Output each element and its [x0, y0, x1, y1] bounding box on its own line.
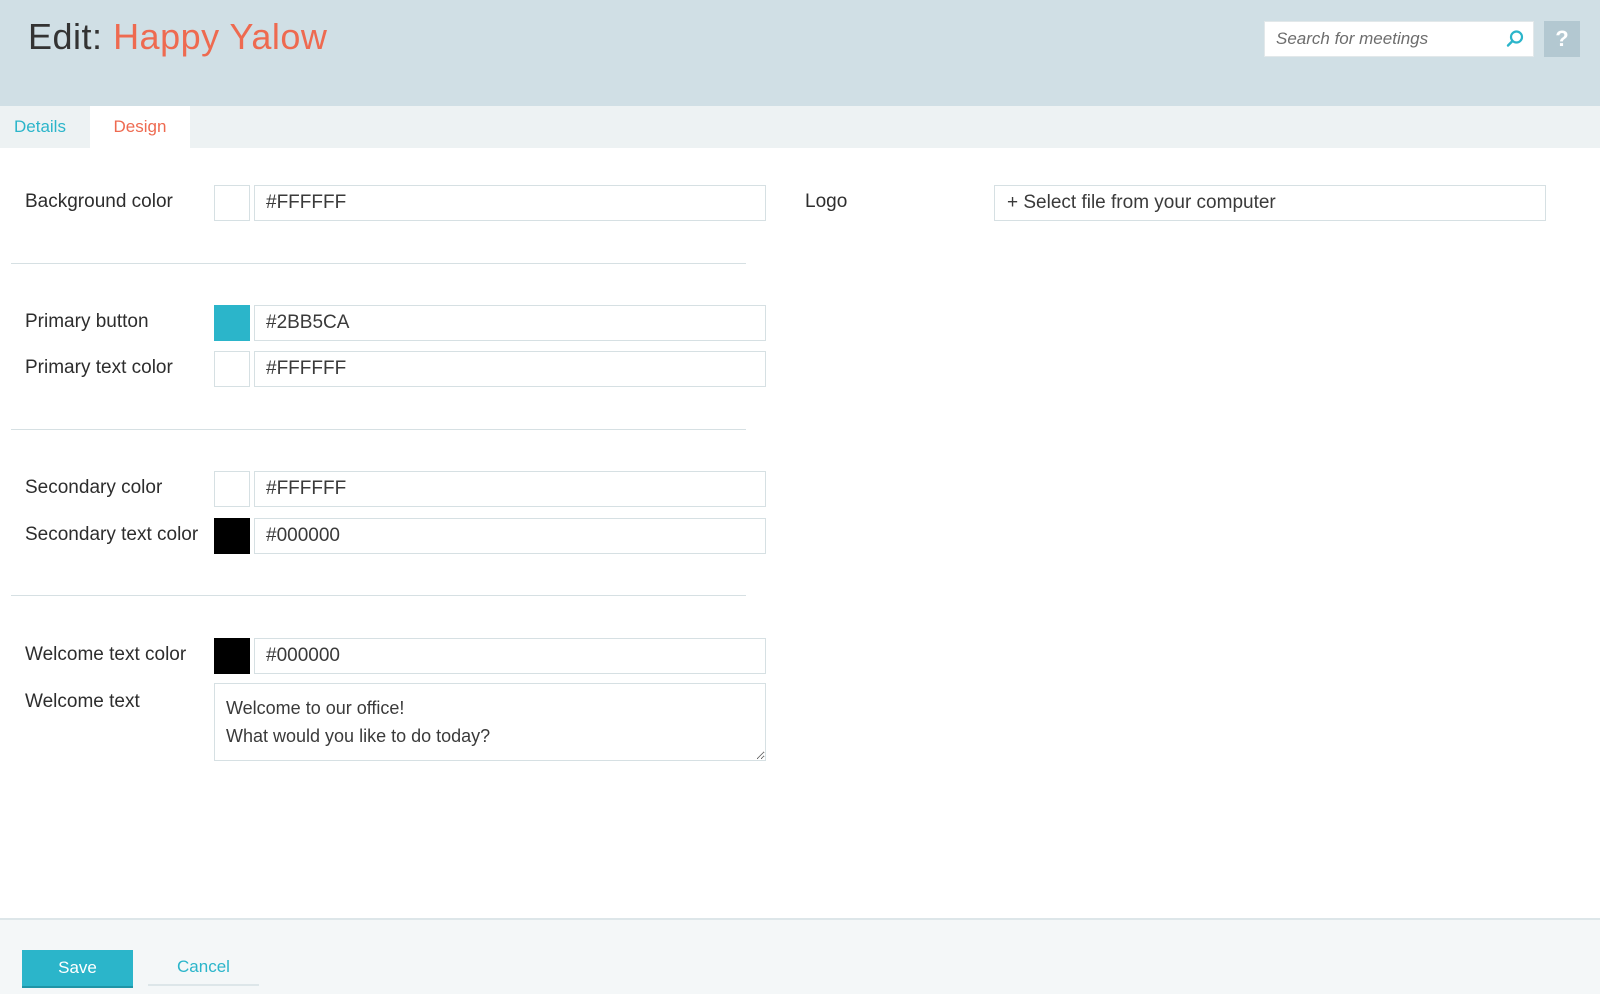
- secondary-color-swatch[interactable]: [214, 471, 250, 507]
- page-header: Edit: Happy Yalow ?: [0, 0, 1600, 106]
- page-title-name: Happy Yalow: [113, 16, 328, 57]
- page-title: Edit: Happy Yalow: [28, 16, 327, 58]
- welcome-text-color-swatch[interactable]: [214, 638, 250, 674]
- page-title-prefix: Edit:: [28, 16, 103, 57]
- primary-text-color-field[interactable]: [254, 351, 766, 387]
- select-file-button[interactable]: + Select file from your computer: [994, 185, 1546, 221]
- secondary-color-field[interactable]: [254, 471, 766, 507]
- background-color-field[interactable]: [254, 185, 766, 221]
- cancel-button[interactable]: Cancel: [148, 950, 259, 986]
- primary-button-swatch[interactable]: [214, 305, 250, 341]
- tab-design[interactable]: Design: [90, 106, 190, 148]
- save-button[interactable]: Save: [22, 950, 133, 986]
- welcome-text-color-field[interactable]: [254, 638, 766, 674]
- secondary-color-label: Secondary color: [25, 477, 163, 498]
- logo-label: Logo: [805, 191, 848, 212]
- secondary-text-color-label: Secondary text color: [25, 524, 199, 545]
- primary-button-label: Primary button: [25, 311, 149, 332]
- help-button[interactable]: ?: [1544, 21, 1580, 57]
- search-box: [1264, 21, 1534, 57]
- welcome-text-color-label: Welcome text color: [25, 644, 187, 665]
- primary-text-color-swatch[interactable]: [214, 351, 250, 387]
- background-color-swatch[interactable]: [214, 185, 250, 221]
- secondary-text-color-swatch[interactable]: [214, 518, 250, 554]
- section-divider: [11, 429, 746, 430]
- welcome-text-field[interactable]: Welcome to our office! What would you li…: [214, 683, 766, 761]
- search-input[interactable]: [1265, 22, 1533, 56]
- primary-button-field[interactable]: [254, 305, 766, 341]
- secondary-text-color-field[interactable]: [254, 518, 766, 554]
- form-footer: Save Cancel: [0, 918, 1600, 994]
- tab-bar: Details Design: [0, 106, 1600, 148]
- welcome-text-label: Welcome text: [25, 691, 140, 712]
- tab-details[interactable]: Details: [0, 106, 90, 148]
- search-icon[interactable]: [1505, 29, 1525, 49]
- primary-text-color-label: Primary text color: [25, 357, 173, 378]
- section-divider: [11, 595, 746, 596]
- section-divider: [11, 263, 746, 264]
- background-color-label: Background color: [25, 191, 173, 212]
